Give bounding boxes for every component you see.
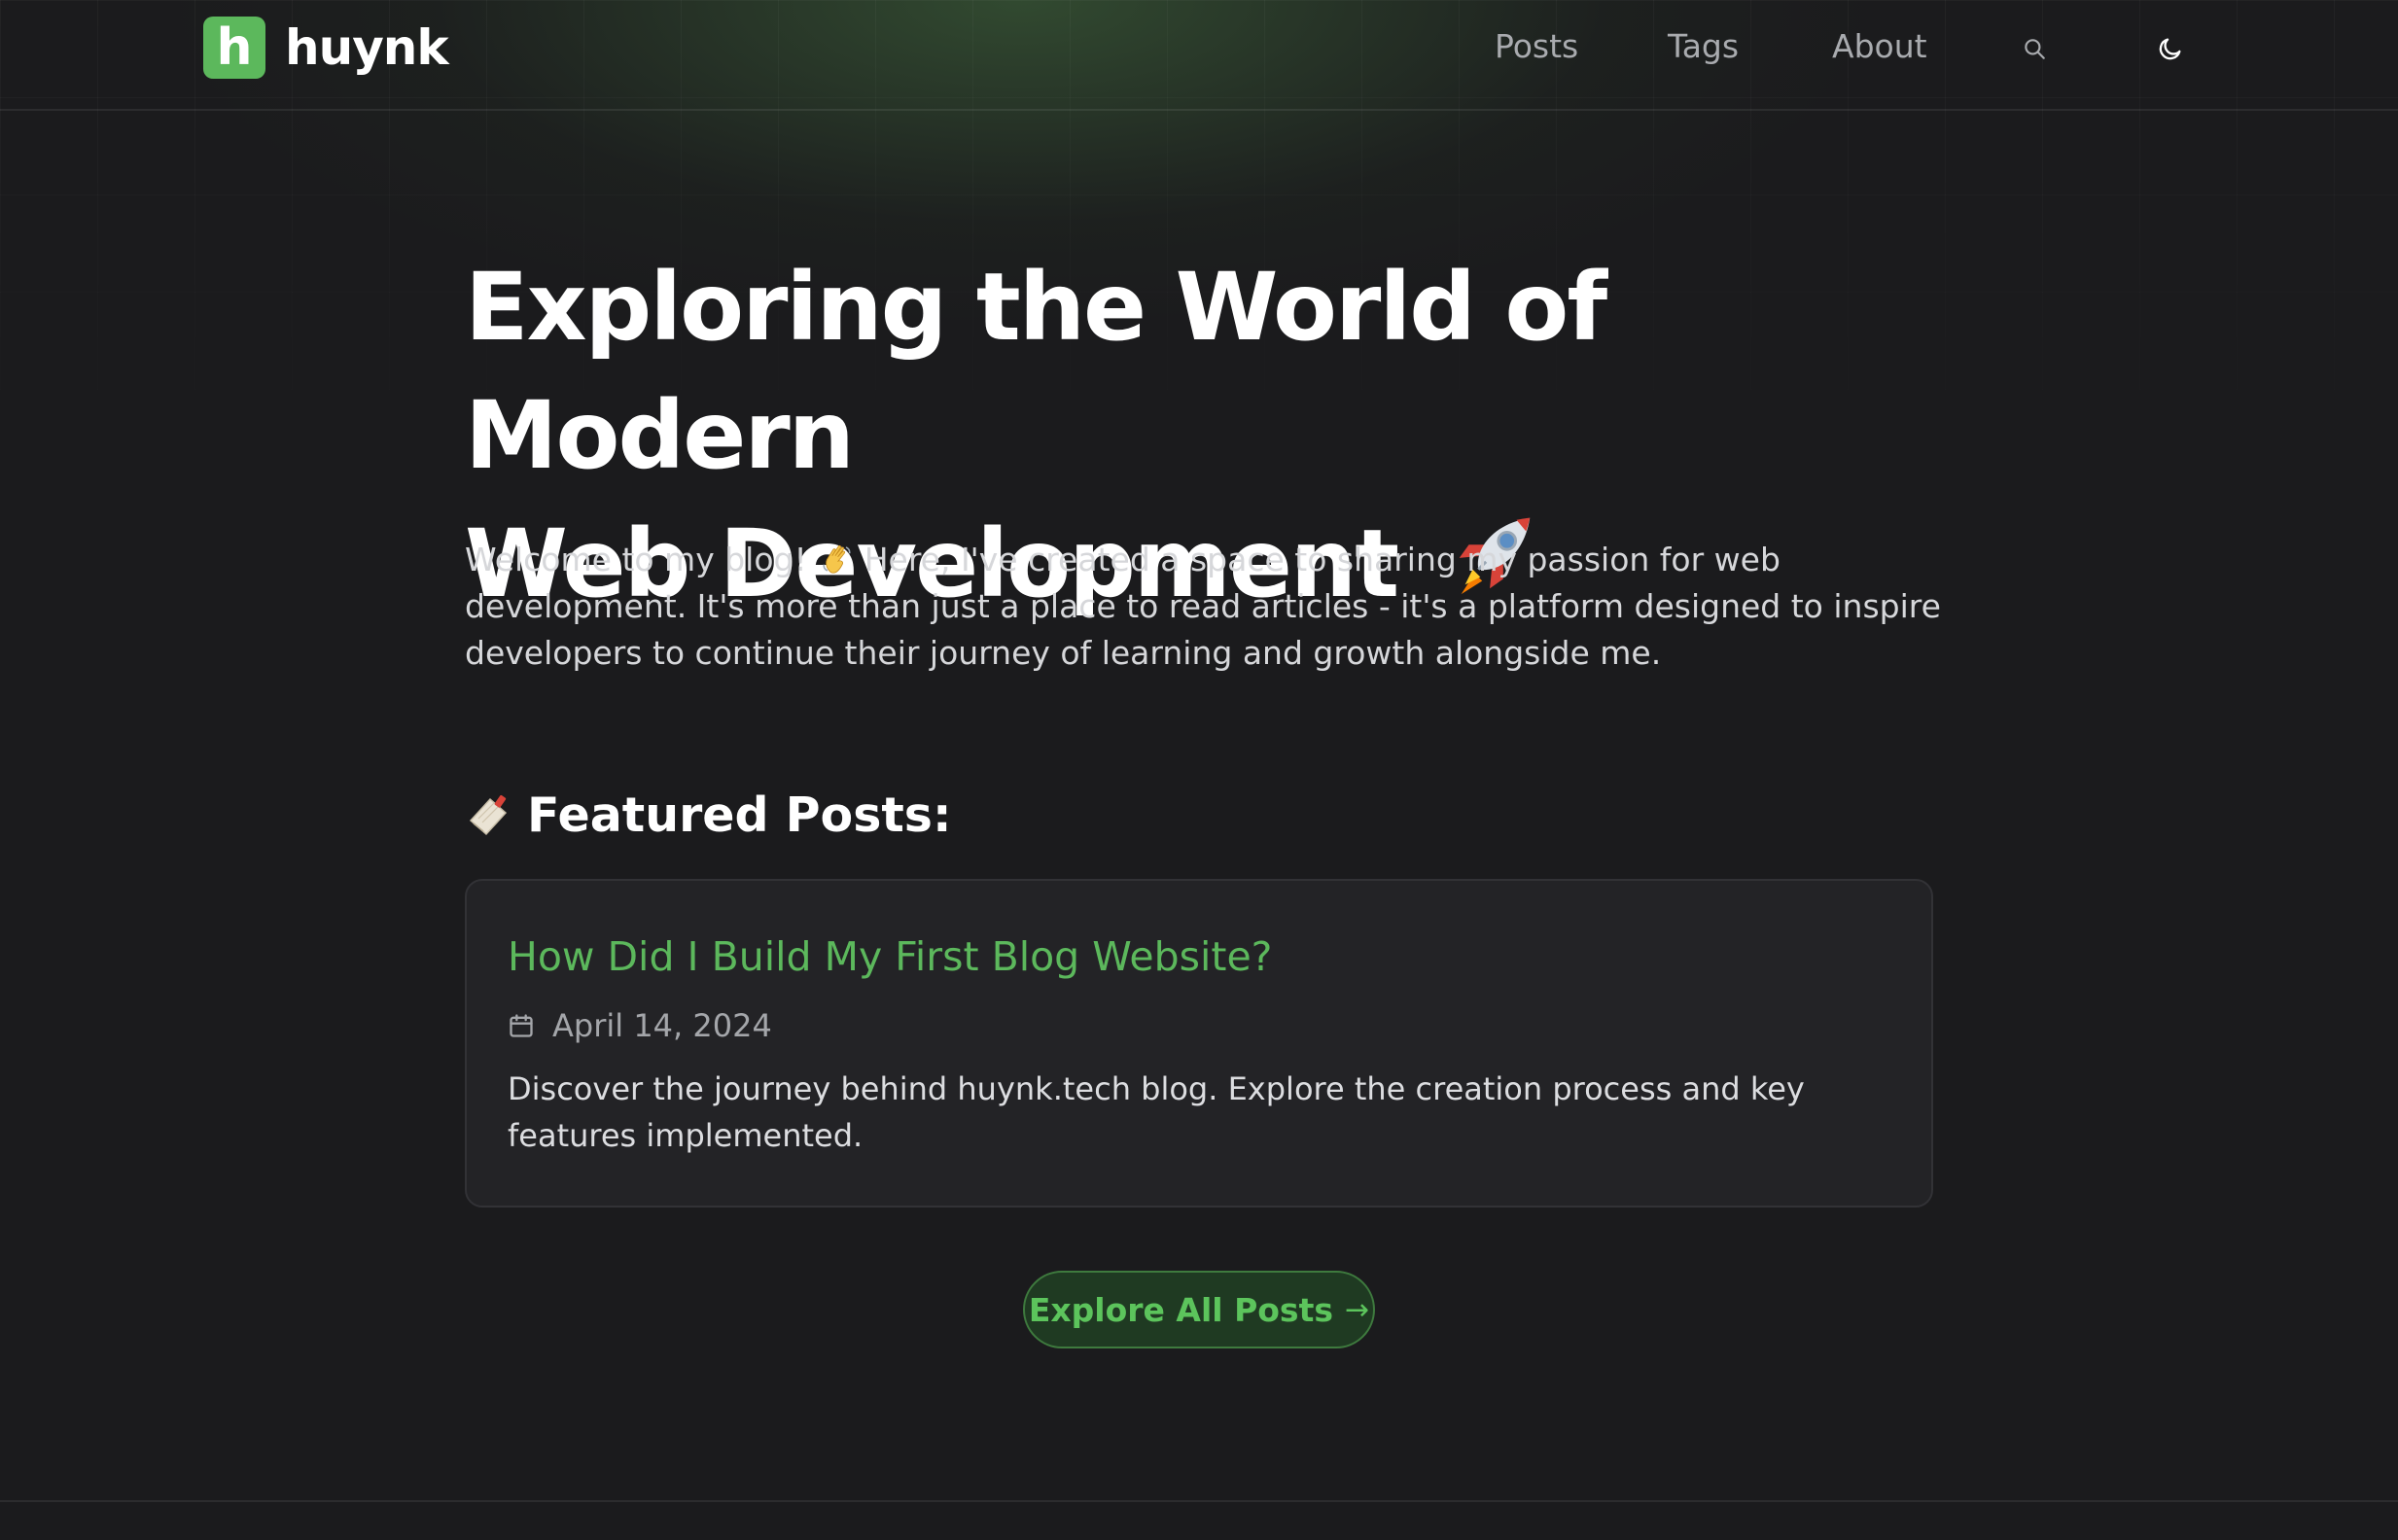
nav-link-tags[interactable]: Tags: [1668, 27, 1739, 65]
post-date: April 14, 2024: [508, 1007, 772, 1044]
featured-posts-heading: Featured Posts:: [465, 788, 952, 843]
arrow-right-icon: →: [1345, 1292, 1370, 1327]
logo-text: huynk: [285, 19, 449, 76]
logo-badge-icon: h: [203, 17, 265, 79]
logo-glyph: h: [216, 18, 253, 77]
footer-divider: [0, 1500, 2398, 1502]
waving-hand-icon: [823, 544, 851, 574]
nav-link-posts[interactable]: Posts: [1495, 27, 1578, 65]
title-line-1: Exploring the World of Modern: [465, 253, 1607, 490]
featured-heading-text: Featured Posts:: [527, 788, 952, 843]
featured-post-card[interactable]: How Did I Build My First Blog Website? A…: [465, 879, 1933, 1208]
explore-button-label: Explore All Posts: [1028, 1290, 1333, 1329]
explore-all-posts-button[interactable]: Explore All Posts →: [1023, 1271, 1375, 1348]
post-description: Discover the journey behind huynk.tech b…: [508, 1070, 1805, 1154]
site-header: h huynk Posts Tags About: [0, 0, 2398, 111]
bookmark-tag-icon: [469, 794, 508, 835]
search-button[interactable]: [2015, 29, 2054, 68]
post-date-text: April 14, 2024: [552, 1007, 772, 1044]
intro-text-start: Welcome to my blog!: [465, 541, 807, 578]
post-title-link[interactable]: How Did I Build My First Blog Website?: [508, 933, 1272, 980]
theme-toggle-button[interactable]: [2151, 29, 2190, 68]
site-logo[interactable]: h huynk: [203, 17, 449, 79]
nav-link-about[interactable]: About: [1832, 27, 1927, 65]
search-icon: [2025, 39, 2045, 59]
moon-icon: [2159, 38, 2181, 60]
calendar-icon: [510, 1014, 533, 1037]
intro-paragraph: Welcome to my blog! Here, I've created a…: [465, 537, 1943, 677]
